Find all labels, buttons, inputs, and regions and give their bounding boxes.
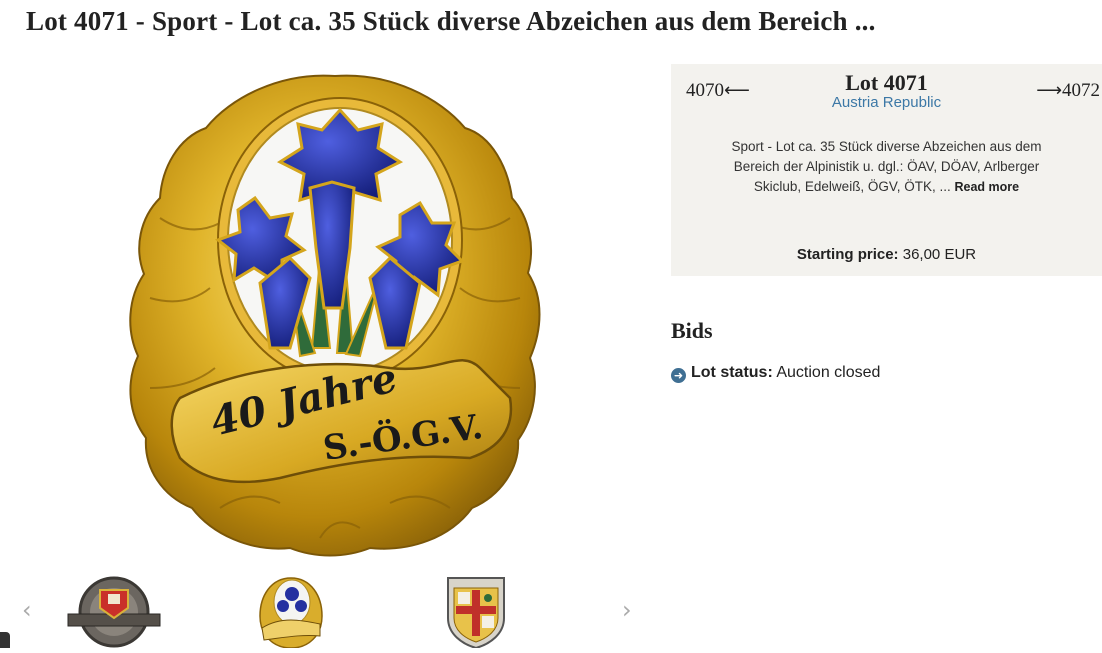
thumbnail-strip: ‹ ›: [0, 570, 660, 650]
chevron-right-icon[interactable]: ›: [622, 598, 632, 622]
circle-arrow-right-icon: ➜: [671, 368, 686, 383]
next-lot-link[interactable]: ⟶4072: [1036, 80, 1100, 102]
lot-status: ➜ Lot status: Auction closed: [671, 364, 880, 383]
page-title: Lot 4071 - Sport - Lot ca. 35 Stück dive…: [26, 6, 876, 36]
thumbnail-2[interactable]: [256, 576, 326, 653]
thumbnail-3[interactable]: [444, 576, 508, 653]
bids-heading: Bids: [671, 318, 713, 343]
status-label: Lot status:: [691, 364, 773, 381]
arrow-right-icon: ⟶: [1036, 80, 1062, 101]
main-lot-image[interactable]: 40 Jahre S.-Ö.G.V.: [120, 68, 550, 558]
price-value: 36,00 EUR: [902, 246, 977, 263]
read-more-link[interactable]: Read more: [954, 180, 1019, 194]
thumbnail-1[interactable]: [66, 576, 162, 653]
chevron-left-icon[interactable]: ‹: [22, 598, 32, 622]
starting-price: Starting price: 36,00 EUR: [671, 246, 1102, 263]
price-label: Starting price:: [796, 246, 899, 263]
lot-info-panel: 4070⟵ Lot 4071 Austria Republic ⟶4072 Sp…: [671, 64, 1102, 276]
feedback-tab[interactable]: [0, 632, 10, 648]
lot-description: Sport - Lot ca. 35 Stück diverse Abzeich…: [711, 137, 1062, 197]
next-lot-number: 4072: [1062, 80, 1100, 101]
status-value: Auction closed: [776, 364, 881, 381]
